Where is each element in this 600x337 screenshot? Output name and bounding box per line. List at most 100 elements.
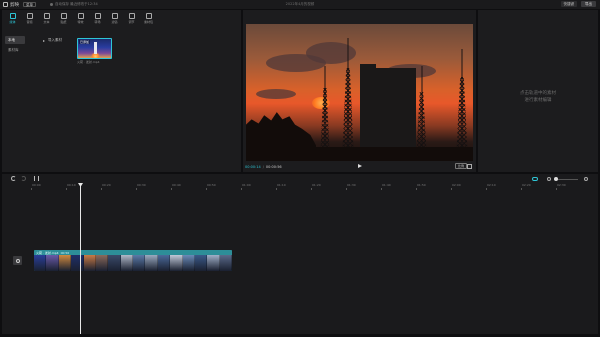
media-icon: [9, 13, 16, 19]
clip-frame: [194, 255, 208, 271]
time-separator: /: [262, 164, 264, 169]
ratio-button[interactable]: 比例: [455, 163, 468, 169]
text-icon: [43, 13, 50, 19]
ruler-tick: 00:20: [101, 183, 111, 190]
export-label: 导出: [585, 2, 592, 6]
media-nav: 本地 素材库: [2, 34, 28, 56]
fullscreen-icon[interactable]: [467, 163, 472, 169]
video-clip[interactable]: 火箭 · 发射.mp4 00:56: [34, 250, 232, 271]
cloud: [256, 89, 296, 99]
package-icon: [145, 13, 152, 19]
ruler-tick: 01:10: [276, 183, 286, 190]
current-time: 00:00:14: [245, 164, 261, 169]
tab-audio[interactable]: 音频: [23, 10, 36, 27]
nav-item-library[interactable]: 素材库: [5, 46, 25, 54]
tab-effects[interactable]: 特效: [74, 10, 87, 27]
title-bar-actions: 快捷键 导出: [560, 1, 596, 7]
shortcut-button[interactable]: 快捷键: [560, 1, 577, 7]
redo-icon[interactable]: [21, 176, 26, 181]
ruler-tick: 02:30: [556, 183, 566, 190]
adjust-icon: [128, 13, 135, 19]
ground: [246, 147, 473, 161]
tower: [342, 38, 354, 161]
properties-hint-line2: 进行素材编辑: [524, 98, 552, 103]
app-logo-icon: [3, 2, 8, 7]
undo-icon[interactable]: [11, 176, 16, 181]
clip-frame: [34, 255, 47, 271]
ruler-tick: 01:00: [241, 183, 251, 190]
transition-icon: [94, 13, 101, 19]
ruler-tick: 02:00: [451, 183, 461, 190]
ruler-tick: 00:40: [171, 183, 181, 190]
ruler-tick: 01:40: [381, 183, 391, 190]
import-folder-label: 导入素材: [48, 38, 62, 42]
media-panel: 媒体 音频 文本 贴纸 特效 转场 滤镜 调节 素材包 本地 素材库 导入素材 已添加 火箭 ·…: [2, 10, 241, 172]
player-controls: 00:00:14 / 00:00:56 比例: [243, 161, 476, 172]
tab-transition[interactable]: 转场: [91, 10, 104, 27]
tab-label: 特效: [77, 20, 84, 24]
clip-frame: [46, 255, 59, 271]
zoom-out-icon[interactable]: [547, 176, 551, 181]
properties-empty-message: 点击轨道中的素材 进行素材编辑: [478, 90, 598, 104]
clip-duration: 00:56: [60, 250, 70, 255]
import-folder[interactable]: 导入素材: [43, 38, 62, 43]
clip-frame: [108, 255, 121, 271]
sticker-icon: [60, 13, 67, 19]
media-caption: 火箭 · 发射.mp4: [77, 60, 100, 64]
properties-panel: 点击轨道中的素材 进行素材编辑: [478, 10, 598, 172]
clip-frames: [34, 255, 232, 271]
clip-frame: [145, 255, 158, 271]
app-name: 剪映: [10, 2, 19, 8]
gear-icon: [15, 258, 20, 263]
tab-label: 音频: [26, 20, 33, 24]
tab-label: 调节: [128, 20, 135, 24]
play-icon[interactable]: [358, 164, 362, 168]
timeline-ruler[interactable]: 00:00 00:10 00:20 00:30 00:40 00:50 01:00 01:10…: [31, 183, 598, 191]
track-settings-button[interactable]: [13, 256, 22, 265]
tab-adjust[interactable]: 调节: [125, 10, 138, 27]
clip-frame: [170, 255, 183, 271]
effects-icon: [77, 13, 84, 19]
ruler-tick: 01:30: [346, 183, 356, 190]
video-preview[interactable]: [246, 24, 473, 161]
clip-frame: [133, 255, 146, 271]
tab-label: 媒体: [9, 20, 16, 24]
tab-text[interactable]: 文本: [40, 10, 53, 27]
menu-button[interactable]: 菜单: [23, 2, 36, 7]
ruler-tick: 00:30: [136, 183, 146, 190]
ruler-tick: 02:10: [486, 183, 496, 190]
filter-icon: [111, 13, 118, 19]
export-button[interactable]: 导出: [581, 1, 596, 7]
autosave-status: 自动保存 最近修改于12:34: [50, 2, 98, 7]
tab-sticker[interactable]: 贴纸: [57, 10, 70, 27]
clip-frame: [95, 255, 109, 271]
ruler-tick: 01:20: [311, 183, 321, 190]
zoom-slider-handle[interactable]: [554, 176, 558, 181]
autosave-text: 自动保存 最近修改于12:34: [55, 2, 98, 6]
total-time: 00:00:56: [265, 164, 282, 169]
media-item[interactable]: 已添加 火箭 · 发射.mp4: [77, 38, 112, 64]
snap-icon[interactable]: [532, 176, 538, 181]
split-icon[interactable]: [34, 176, 39, 181]
tab-filter[interactable]: 滤镜: [108, 10, 121, 27]
timeline-toolbar: [2, 174, 598, 183]
tab-media[interactable]: 媒体: [6, 10, 19, 27]
caret-right-icon: [43, 39, 45, 42]
autosave-icon: [50, 3, 53, 6]
media-toolbar: 媒体 音频 文本 贴纸 特效 转场 滤镜 调节 素材包: [2, 10, 241, 27]
tab-label: 滤镜: [111, 20, 118, 24]
tab-package[interactable]: 素材包: [142, 10, 155, 27]
nav-item-local[interactable]: 本地: [5, 36, 25, 44]
tab-label: 素材包: [143, 20, 153, 24]
media-thumbnail[interactable]: 已添加: [77, 38, 112, 59]
playhead[interactable]: [80, 183, 81, 334]
tab-label: 转场: [94, 20, 101, 24]
clip-frame: [182, 255, 195, 271]
timeline-panel: 00:00 00:10 00:20 00:30 00:40 00:50 01:00 01:10…: [2, 174, 598, 334]
clip-frame: [120, 255, 133, 271]
zoom-fit-icon[interactable]: [584, 176, 588, 181]
ruler-tick: 00:00: [31, 183, 41, 190]
ruler-tick: 00:50: [206, 183, 216, 190]
rocket-shape: [94, 42, 97, 54]
properties-hint-line1: 点击轨道中的素材: [520, 91, 556, 96]
